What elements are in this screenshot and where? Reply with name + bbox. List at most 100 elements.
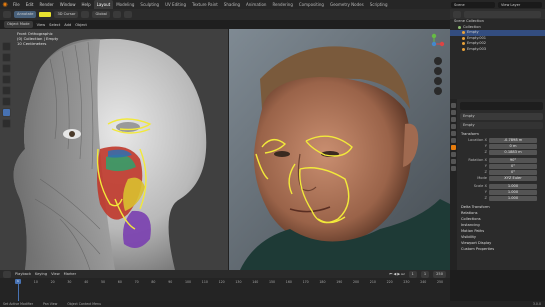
prop-value[interactable]: 0° (489, 163, 537, 169)
menu-render[interactable]: Render (36, 2, 56, 7)
timeline-tick: 80 (151, 280, 156, 284)
proportional-edit-icon[interactable] (123, 11, 132, 18)
annotate-tool-icon[interactable] (3, 11, 11, 18)
rotate-tool-icon[interactable] (2, 75, 11, 84)
orientation-dropdown[interactable]: Global (92, 11, 110, 18)
properties-search[interactable] (460, 102, 543, 110)
menu-playback[interactable]: Playback (15, 272, 31, 276)
tab-scripting[interactable]: Scripting (367, 0, 391, 9)
placement-dropdown[interactable]: 3D Cursor (54, 11, 79, 18)
empty-object-icon (462, 42, 465, 46)
tab-modeling[interactable]: Modeling (113, 0, 137, 9)
menu-keying[interactable]: Keying (35, 272, 47, 276)
output-tab-icon[interactable] (451, 117, 456, 122)
outliner-search-field[interactable] (464, 10, 541, 18)
tab-uv-editing[interactable]: UV Editing (162, 0, 189, 9)
start-frame-field[interactable]: 1 (420, 270, 430, 278)
camera-icon[interactable] (434, 77, 442, 85)
world-tab-icon[interactable] (451, 138, 456, 143)
measure-tool-icon[interactable] (2, 119, 11, 128)
prop-value[interactable]: 0° (489, 169, 537, 175)
tool-tab-icon[interactable] (451, 103, 456, 108)
move-tool-icon[interactable] (2, 64, 11, 73)
prop-value[interactable]: 90° (489, 157, 537, 163)
prop-value[interactable]: 0.1883 m (489, 149, 537, 155)
prop-value[interactable]: -0.7898 m (489, 137, 537, 143)
tab-geometry-nodes[interactable]: Geometry Nodes (327, 0, 367, 9)
select-tool-icon[interactable] (2, 42, 11, 51)
timeline-tick: 250 (437, 280, 444, 284)
timeline-tick: 190 (336, 280, 343, 284)
tool-mode-dropdown[interactable]: Annotate (14, 11, 37, 18)
timeline-editor-icon[interactable] (3, 270, 11, 278)
top-menu-bar: ◉ File Edit Render Window Help Layout Mo… (0, 0, 545, 9)
menu-view[interactable]: View (37, 23, 46, 27)
current-frame-field[interactable]: 1 (408, 270, 417, 278)
tab-texture-paint[interactable]: Texture Paint (189, 0, 221, 9)
scale-tool-icon[interactable] (2, 86, 11, 95)
timeline-tick: 70 (134, 280, 139, 284)
tab-shading[interactable]: Shading (221, 0, 243, 9)
end-frame-field[interactable]: 250 (433, 270, 446, 278)
timeline-tick: 210 (369, 280, 376, 284)
snap-icon[interactable] (112, 11, 121, 18)
prop-scale-z[interactable]: Z 1.000 (458, 195, 545, 201)
cursor-tool-icon[interactable] (2, 53, 11, 62)
tab-compositing[interactable]: Compositing (296, 0, 327, 9)
menu-view[interactable]: View (51, 272, 60, 276)
outliner-row-empty-003[interactable]: Empty.003 (450, 47, 545, 53)
axis-gizmo-icon[interactable] (423, 33, 445, 55)
collection-icon (458, 25, 461, 29)
menu-help[interactable]: Help (78, 2, 93, 7)
menu-add[interactable]: Add (64, 23, 71, 27)
outliner-editor-icon[interactable] (453, 10, 461, 18)
custom-properties-section[interactable]: Custom Properties (458, 246, 545, 252)
object-data-field[interactable]: Empty (460, 122, 543, 129)
scene-selector[interactable]: Scene (451, 1, 495, 8)
menu-file[interactable]: File (10, 2, 23, 7)
viewport-scene (0, 29, 450, 270)
menu-marker[interactable]: Marker (64, 272, 76, 276)
scene-tab-icon[interactable] (451, 131, 456, 136)
menu-object[interactable]: Object (75, 23, 87, 27)
timeline-ruler[interactable]: 0102030405060708090100110120130140150160… (0, 278, 450, 286)
prop-location-z[interactable]: Z 0.1883 m (458, 149, 545, 155)
navigation-gizmo[interactable] (423, 33, 445, 59)
playhead[interactable]: 1 (15, 279, 21, 284)
tab-rendering[interactable]: Rendering (269, 0, 295, 9)
timeline-tick: 200 (353, 280, 360, 284)
pan-hand-icon[interactable] (434, 67, 442, 75)
timeline-tick: 120 (218, 280, 225, 284)
view-layer-tab-icon[interactable] (451, 124, 456, 129)
tab-sculpting[interactable]: Sculpting (137, 0, 162, 9)
menu-window[interactable]: Window (57, 2, 79, 7)
object-mode-dropdown[interactable]: Object Mode (4, 21, 33, 28)
constraints-tab-icon[interactable] (451, 159, 456, 164)
prop-value[interactable]: 0 m (489, 143, 537, 149)
annotation-color-swatch[interactable] (39, 12, 52, 17)
object-tab-icon[interactable] (451, 145, 456, 150)
physics-tab-icon[interactable] (451, 152, 456, 157)
view-layer-selector[interactable]: View Layer (498, 1, 542, 8)
tab-animation[interactable]: Animation (243, 0, 269, 9)
prop-value[interactable]: 1.000 (489, 195, 537, 201)
menu-select[interactable]: Select (49, 23, 60, 27)
tab-layout[interactable]: Layout (93, 0, 114, 9)
prop-rotation-mode[interactable]: Mode XYZ Euler (458, 175, 545, 181)
3d-viewport[interactable]: Front Orthographic (0) Collection | Empt… (0, 29, 450, 270)
transform-tool-icon[interactable] (2, 97, 11, 106)
prop-value[interactable]: 1.000 (489, 189, 537, 195)
prop-value[interactable]: XYZ Euler (489, 175, 537, 181)
annotate-tool-icon[interactable] (2, 108, 11, 117)
prop-label: Z (484, 150, 487, 154)
stroke-option-icon[interactable] (81, 11, 90, 18)
data-tab-icon[interactable] (451, 166, 456, 171)
blender-logo-icon[interactable]: ◉ (0, 0, 10, 9)
zoom-icon[interactable] (434, 57, 442, 65)
menu-edit[interactable]: Edit (23, 2, 37, 7)
play-controls-icon[interactable]: ⏮ ◀ ▶ ⏭ (389, 272, 404, 276)
grid-icon[interactable] (434, 87, 442, 95)
render-tab-icon[interactable] (451, 110, 456, 115)
prop-value[interactable]: 1.000 (489, 183, 537, 189)
object-name-field[interactable]: Empty (460, 113, 543, 120)
